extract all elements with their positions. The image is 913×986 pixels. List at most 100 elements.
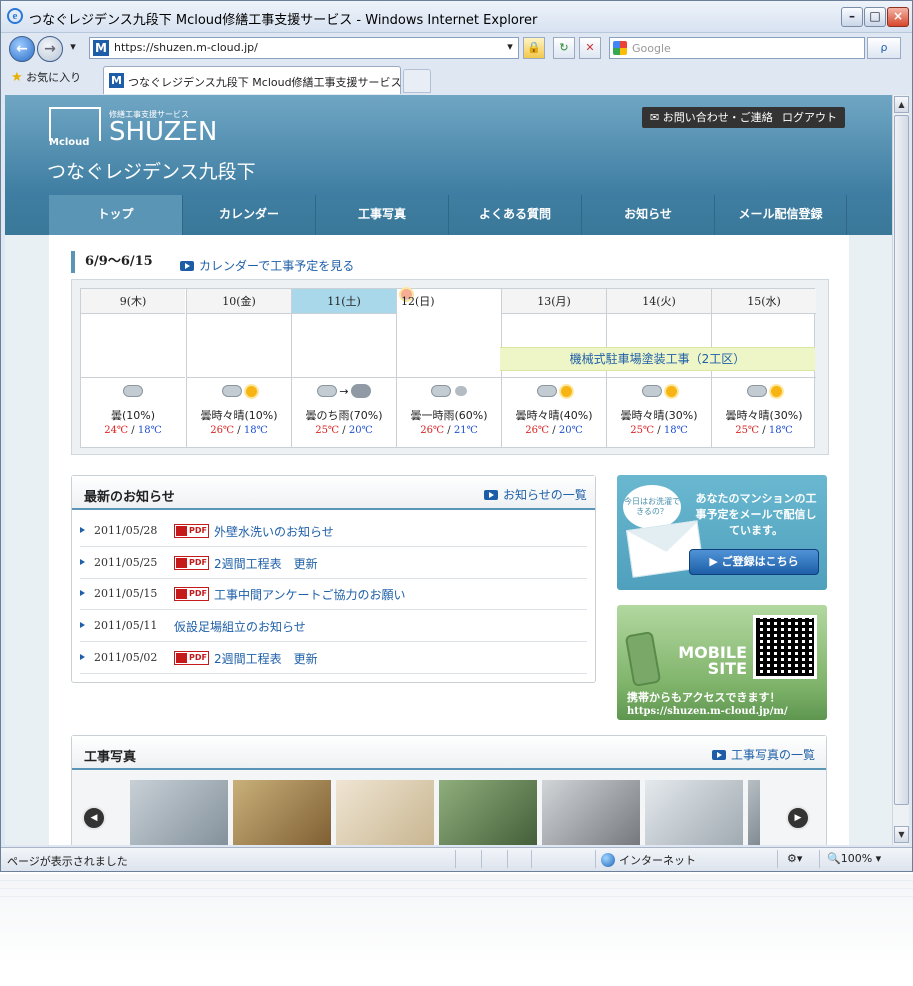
photo-header: 工事写真 工事写真の一覧 bbox=[72, 736, 826, 770]
logout-button[interactable]: ログアウト bbox=[774, 107, 845, 128]
lock-icon[interactable]: 🔒 bbox=[523, 37, 545, 59]
temp-high: 25℃ bbox=[735, 425, 760, 436]
refresh-icon[interactable]: ↻ bbox=[553, 37, 575, 59]
temp-high: 26℃ bbox=[210, 425, 235, 436]
news-item-title[interactable]: 工事中間アンケートご協力のお願い bbox=[214, 586, 406, 603]
news-item-title[interactable]: 2週間工程表 更新 bbox=[214, 555, 318, 572]
news-header: 最新のお知らせ お知らせの一覧 bbox=[72, 476, 595, 510]
temp-high: 24℃ bbox=[104, 425, 129, 436]
temp-sep: / bbox=[128, 425, 138, 436]
day-events bbox=[292, 314, 396, 378]
nav-mail[interactable]: メール配信登録 bbox=[714, 195, 847, 235]
calendar-link[interactable]: カレンダーで工事予定を見る bbox=[180, 257, 354, 274]
scroll-down-icon[interactable]: ▼ bbox=[894, 826, 909, 843]
nav-faq[interactable]: よくある質問 bbox=[448, 195, 581, 235]
photo-thumbnail[interactable] bbox=[542, 780, 640, 845]
protected-mode-icon[interactable]: ⚙▾ bbox=[787, 852, 802, 865]
weather-icon bbox=[81, 383, 185, 405]
photo-thumbnail[interactable] bbox=[233, 780, 331, 845]
status-bar: ページが表示されました インターネット ⚙▾ 🔍100% ▾ bbox=[1, 847, 912, 871]
pdf-icon: PDF bbox=[174, 651, 209, 665]
nav-calendar[interactable]: カレンダー bbox=[182, 195, 315, 235]
recent-pages-icon[interactable]: ▾ bbox=[65, 37, 81, 59]
weather-icon bbox=[187, 383, 291, 405]
prev-photo-button[interactable]: ◀ bbox=[82, 806, 106, 830]
photo-panel: 工事写真 工事写真の一覧 ◀ ▶ bbox=[71, 735, 827, 845]
photo-thumbnail[interactable] bbox=[130, 780, 228, 845]
envelope-icon: ✉ bbox=[650, 111, 660, 124]
play-icon: ▶ bbox=[709, 555, 718, 568]
stop-icon[interactable]: ✕ bbox=[579, 37, 601, 59]
temp-low: 18℃ bbox=[243, 425, 268, 436]
zoom-icon: 🔍 bbox=[827, 852, 841, 865]
photo-thumbnail[interactable] bbox=[645, 780, 743, 845]
zoom-control[interactable]: 🔍100% ▾ bbox=[827, 852, 881, 865]
news-item[interactable]: 2011/05/25 PDF 2週間工程表 更新 bbox=[80, 548, 587, 579]
day-label: 9(木) bbox=[81, 289, 185, 314]
news-item[interactable]: 2011/05/11 仮設足場組立のお知らせ bbox=[80, 611, 587, 642]
search-box[interactable]: Google bbox=[609, 37, 865, 59]
favorites-button[interactable]: ★ お気に入り bbox=[11, 69, 81, 85]
news-list-link[interactable]: お知らせの一覧 bbox=[484, 486, 587, 503]
day-events bbox=[187, 314, 291, 378]
news-item-title[interactable]: 2週間工程表 更新 bbox=[214, 650, 318, 667]
news-item[interactable]: 2011/05/28 PDF 外壁水洗いのお知らせ bbox=[80, 516, 587, 547]
weather-icon bbox=[607, 383, 711, 405]
weather-icon bbox=[397, 383, 501, 405]
back-button[interactable]: ← bbox=[9, 36, 35, 62]
address-url[interactable]: https://shuzen.m-cloud.jp/ bbox=[114, 41, 258, 54]
google-icon bbox=[613, 41, 627, 55]
mail-register-button[interactable]: ▶ ご登録はこちら bbox=[689, 549, 819, 575]
news-item[interactable]: 2011/05/15 PDF 工事中間アンケートご協力のお願い bbox=[80, 579, 587, 610]
nav-top[interactable]: トップ bbox=[49, 195, 182, 235]
photo-title: 工事写真 bbox=[84, 750, 137, 765]
mail-banner[interactable]: 今日はお洗濯できるの？ あなたのマンションの工事予定をメールで配信しています。 … bbox=[617, 475, 827, 590]
photo-list-link[interactable]: 工事写真の一覧 bbox=[712, 746, 815, 763]
temp-sep: / bbox=[549, 425, 559, 436]
bullet-icon bbox=[80, 559, 85, 565]
vertical-scrollbar[interactable]: ▲ ▼ bbox=[892, 95, 909, 845]
weather-text: 曇時々晴(30%) bbox=[620, 409, 698, 422]
security-zone[interactable]: インターネット bbox=[601, 852, 696, 868]
news-item[interactable]: 2011/05/02 PDF 2週間工程表 更新 bbox=[80, 643, 587, 674]
day-column: 10(金) 曇時々晴(10%) 26℃ / 18℃ bbox=[186, 289, 291, 447]
next-photo-button[interactable]: ▶ bbox=[786, 806, 810, 830]
day-column: 12(日) 曇一時雨(60%) 26℃ / 21℃ bbox=[396, 289, 501, 447]
news-date: 2011/05/15 bbox=[94, 587, 158, 600]
news-item-title[interactable]: 仮設足場組立のお知らせ bbox=[174, 618, 306, 635]
nav-news[interactable]: お知らせ bbox=[581, 195, 714, 235]
window-title: つなぐレジデンス九段下 Mcloud修繕工事支援サービス - Windows I… bbox=[29, 13, 538, 28]
address-bar[interactable]: M https://shuzen.m-cloud.jp/ bbox=[89, 37, 519, 59]
photo-thumbnail[interactable] bbox=[748, 780, 760, 845]
news-panel: 最新のお知らせ お知らせの一覧 2011/05/28 PDF 外壁水洗いのお知ら… bbox=[71, 475, 596, 683]
news-item-title[interactable]: 外壁水洗いのお知らせ bbox=[214, 523, 334, 540]
tab-title: つなぐレジデンス九段下 Mcloud修繕工事支援サービス bbox=[128, 76, 402, 89]
search-button[interactable]: ρ bbox=[867, 37, 901, 59]
minimize-button[interactable]: – bbox=[841, 7, 863, 27]
temperature: 25℃ / 18℃ bbox=[712, 425, 816, 436]
schedule-event[interactable]: 機械式駐車場塗装工事（2工区） bbox=[500, 347, 815, 371]
scroll-up-icon[interactable]: ▲ bbox=[894, 96, 909, 113]
news-list-label: お知らせの一覧 bbox=[503, 488, 587, 502]
day-events bbox=[397, 314, 501, 378]
scroll-thumb[interactable] bbox=[894, 115, 909, 805]
address-dropdown-icon[interactable]: ▾ bbox=[501, 37, 519, 59]
mobile-phone-icon bbox=[624, 630, 662, 688]
link-arrow-icon bbox=[484, 490, 498, 500]
photo-thumbnail[interactable] bbox=[439, 780, 537, 845]
weather-text: 曇(10%) bbox=[110, 409, 156, 422]
link-arrow-icon bbox=[712, 750, 726, 760]
forward-button[interactable]: → bbox=[37, 36, 63, 62]
maximize-button[interactable]: □ bbox=[864, 7, 886, 27]
contact-button[interactable]: ✉ お問い合わせ・ご連絡 bbox=[642, 107, 781, 128]
mobile-banner[interactable]: MOBILE SITE 携帯からもアクセスできます！ https://shuzen… bbox=[617, 605, 827, 720]
tab-current[interactable]: M つなぐレジデンス九段下 Mcloud修繕工事支援サービス bbox=[103, 66, 402, 94]
news-date: 2011/05/25 bbox=[94, 556, 158, 569]
mobile-caption: 携帯からもアクセスできます！ bbox=[627, 691, 781, 704]
mobile-title-2: SITE bbox=[707, 659, 747, 678]
nav-photos[interactable]: 工事写真 bbox=[315, 195, 448, 235]
status-divider bbox=[455, 850, 456, 868]
close-button[interactable]: × bbox=[887, 7, 909, 27]
new-tab-button[interactable] bbox=[403, 69, 431, 93]
photo-thumbnail[interactable] bbox=[336, 780, 434, 845]
